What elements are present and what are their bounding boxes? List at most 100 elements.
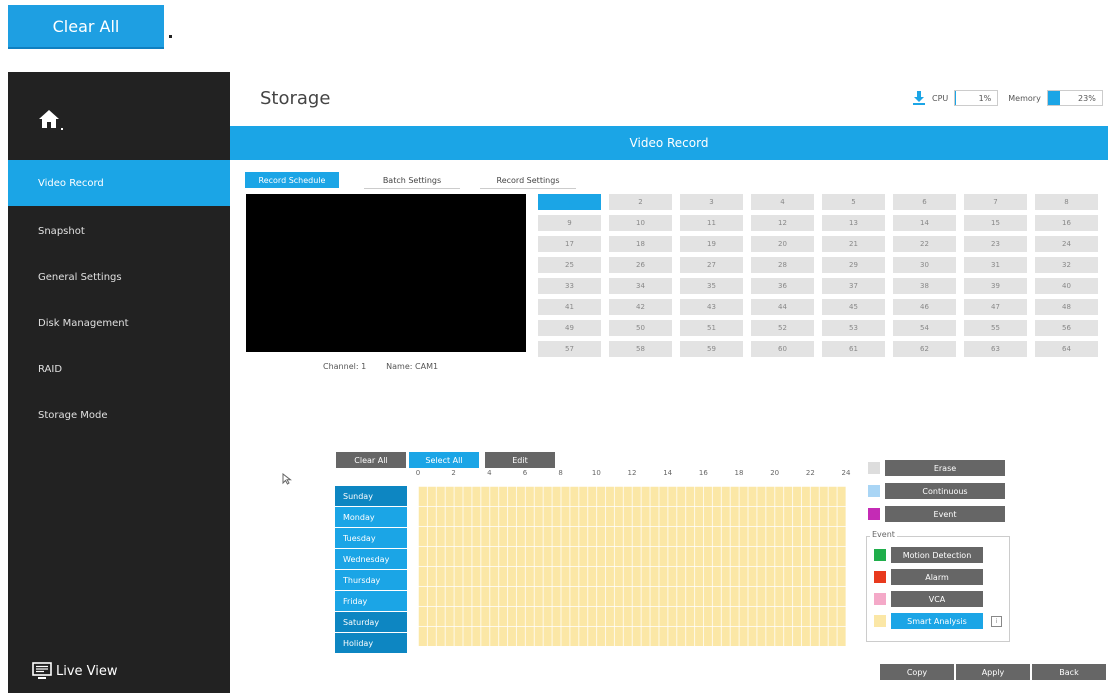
day-thursday[interactable]: Thursday: [335, 570, 407, 590]
channel-49-button[interactable]: 49: [538, 320, 601, 336]
continuous-button[interactable]: Continuous: [885, 483, 1005, 499]
tab-batch-settings[interactable]: Batch Settings: [364, 172, 460, 189]
day-saturday[interactable]: Saturday: [335, 612, 407, 632]
channel-11-button[interactable]: 11: [680, 215, 743, 231]
channel-10-button[interactable]: 10: [609, 215, 672, 231]
channel-18-button[interactable]: 18: [609, 236, 672, 252]
channel-36-button[interactable]: 36: [751, 278, 814, 294]
channel-51-button[interactable]: 51: [680, 320, 743, 336]
sidebar-item-disk-management[interactable]: Disk Management: [8, 300, 230, 346]
channel-55-button[interactable]: 55: [964, 320, 1027, 336]
channel-3-button[interactable]: 3: [680, 194, 743, 210]
channel-60-button[interactable]: 60: [751, 341, 814, 357]
copy-button[interactable]: Copy: [880, 664, 954, 680]
channel-6-button[interactable]: 6: [893, 194, 956, 210]
channel-35-button[interactable]: 35: [680, 278, 743, 294]
channel-7-button[interactable]: 7: [964, 194, 1027, 210]
channel-15-button[interactable]: 15: [964, 215, 1027, 231]
clear-all-button-large[interactable]: Clear All: [8, 5, 164, 49]
event-button[interactable]: Event: [885, 506, 1005, 522]
channel-2-button[interactable]: 2: [609, 194, 672, 210]
day-monday[interactable]: Monday: [335, 507, 407, 527]
sidebar-item-general-settings[interactable]: General Settings: [8, 254, 230, 300]
channel-33-button[interactable]: 33: [538, 278, 601, 294]
sidebar-item-video-record[interactable]: Video Record: [8, 160, 230, 206]
channel-63-button[interactable]: 63: [964, 341, 1027, 357]
channel-40-button[interactable]: 40: [1035, 278, 1098, 294]
day-sunday[interactable]: Sunday: [335, 486, 407, 506]
channel-62-button[interactable]: 62: [893, 341, 956, 357]
motion-detection-button[interactable]: Motion Detection: [891, 547, 983, 563]
home-icon[interactable]: [38, 108, 64, 136]
smart-analysis-button[interactable]: Smart Analysis: [891, 613, 983, 629]
download-icon[interactable]: [912, 91, 926, 105]
sidebar-item-storage-mode[interactable]: Storage Mode: [8, 392, 230, 438]
channel-20-button[interactable]: 20: [751, 236, 814, 252]
channel-13-button[interactable]: 13: [822, 215, 885, 231]
channel-21-button[interactable]: 21: [822, 236, 885, 252]
channel-32-button[interactable]: 32: [1035, 257, 1098, 273]
channel-56-button[interactable]: 56: [1035, 320, 1098, 336]
channel-12-button[interactable]: 12: [751, 215, 814, 231]
tab-record-settings[interactable]: Record Settings: [480, 172, 576, 189]
channel-39-button[interactable]: 39: [964, 278, 1027, 294]
channel-23-button[interactable]: 23: [964, 236, 1027, 252]
channel-50-button[interactable]: 50: [609, 320, 672, 336]
day-friday[interactable]: Friday: [335, 591, 407, 611]
channel-57-button[interactable]: 57: [538, 341, 601, 357]
channel-59-button[interactable]: 59: [680, 341, 743, 357]
channel-30-button[interactable]: 30: [893, 257, 956, 273]
channel-54-button[interactable]: 54: [893, 320, 956, 336]
channel-4-button[interactable]: 4: [751, 194, 814, 210]
back-button[interactable]: Back: [1032, 664, 1106, 680]
channel-22-button[interactable]: 22: [893, 236, 956, 252]
channel-47-button[interactable]: 47: [964, 299, 1027, 315]
channel-17-button[interactable]: 17: [538, 236, 601, 252]
day-wednesday[interactable]: Wednesday: [335, 549, 407, 569]
channel-31-button[interactable]: 31: [964, 257, 1027, 273]
channel-37-button[interactable]: 37: [822, 278, 885, 294]
channel-9-button[interactable]: 9: [538, 215, 601, 231]
edit-button[interactable]: Edit: [485, 452, 555, 468]
apply-button[interactable]: Apply: [956, 664, 1030, 680]
channel-42-button[interactable]: 42: [609, 299, 672, 315]
tab-record-schedule[interactable]: Record Schedule: [245, 172, 339, 188]
channel-45-button[interactable]: 45: [822, 299, 885, 315]
live-view-link[interactable]: Live View: [32, 662, 118, 680]
channel-46-button[interactable]: 46: [893, 299, 956, 315]
vca-button[interactable]: VCA: [891, 591, 983, 607]
channel-64-button[interactable]: 64: [1035, 341, 1098, 357]
channel-41-button[interactable]: 41: [538, 299, 601, 315]
channel-1-button[interactable]: 1: [538, 194, 601, 210]
day-holiday[interactable]: Holiday: [335, 633, 407, 653]
schedule-grid[interactable]: [418, 486, 846, 646]
channel-27-button[interactable]: 27: [680, 257, 743, 273]
info-icon[interactable]: i: [991, 616, 1002, 627]
channel-14-button[interactable]: 14: [893, 215, 956, 231]
channel-53-button[interactable]: 53: [822, 320, 885, 336]
sidebar-item-snapshot[interactable]: Snapshot: [8, 208, 230, 254]
channel-43-button[interactable]: 43: [680, 299, 743, 315]
alarm-button[interactable]: Alarm: [891, 569, 983, 585]
channel-28-button[interactable]: 28: [751, 257, 814, 273]
channel-38-button[interactable]: 38: [893, 278, 956, 294]
channel-29-button[interactable]: 29: [822, 257, 885, 273]
day-tuesday[interactable]: Tuesday: [335, 528, 407, 548]
sidebar-item-raid[interactable]: RAID: [8, 346, 230, 392]
clear-all-button[interactable]: Clear All: [336, 452, 406, 468]
channel-48-button[interactable]: 48: [1035, 299, 1098, 315]
channel-52-button[interactable]: 52: [751, 320, 814, 336]
channel-58-button[interactable]: 58: [609, 341, 672, 357]
select-all-button[interactable]: Select All: [409, 452, 479, 468]
channel-44-button[interactable]: 44: [751, 299, 814, 315]
channel-26-button[interactable]: 26: [609, 257, 672, 273]
channel-16-button[interactable]: 16: [1035, 215, 1098, 231]
channel-19-button[interactable]: 19: [680, 236, 743, 252]
channel-25-button[interactable]: 25: [538, 257, 601, 273]
erase-button[interactable]: Erase: [885, 460, 1005, 476]
channel-5-button[interactable]: 5: [822, 194, 885, 210]
channel-61-button[interactable]: 61: [822, 341, 885, 357]
channel-24-button[interactable]: 24: [1035, 236, 1098, 252]
channel-34-button[interactable]: 34: [609, 278, 672, 294]
channel-8-button[interactable]: 8: [1035, 194, 1098, 210]
